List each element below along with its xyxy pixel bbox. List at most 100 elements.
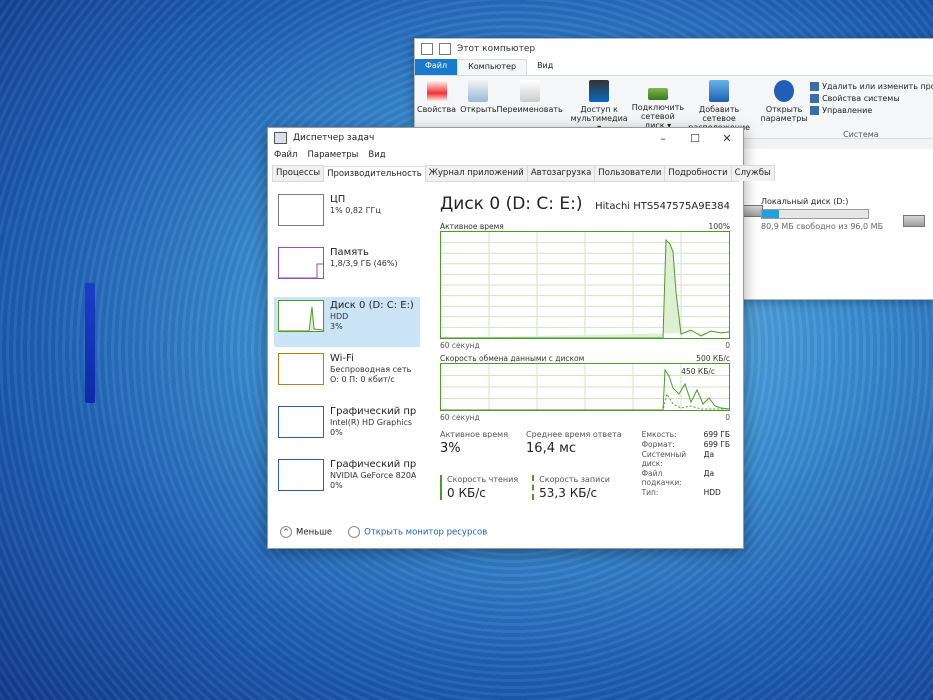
drive-icon — [903, 215, 925, 227]
taskmgr-tabs: Процессы Производительность Журнал прило… — [272, 165, 775, 182]
resource-disk[interactable]: Диск 0 (D: C: E:) HDD 3% — [274, 297, 420, 347]
taskmgr-footer: ^ Меньше Открыть монитор ресурсов — [280, 526, 487, 538]
programs-icon — [810, 82, 820, 91]
prop-value: Да — [703, 469, 715, 478]
tab-details[interactable]: Подробности — [664, 165, 732, 181]
detail-title: Диск 0 (D: C: E:) — [440, 194, 583, 214]
tab-view[interactable]: Вид — [527, 59, 563, 75]
resource-sub: Беспроводная сеть — [330, 365, 412, 374]
resource-cpu[interactable]: ЦП 1% 0,82 ГГц — [274, 191, 420, 241]
tab-services[interactable]: Службы — [730, 165, 775, 181]
chart1-right: 0 — [725, 341, 730, 350]
drive-d[interactable]: Локальный диск (D:) 80,9 МБ свободно из … — [761, 197, 883, 231]
fewer-details-button[interactable]: ^ Меньше — [280, 526, 332, 538]
resource-sub: Intel(R) HD Graphics — [330, 418, 413, 427]
drive-icon — [741, 205, 763, 217]
system-properties-icon — [810, 94, 820, 103]
resource-sub: О: 0 П: 0 кбит/с — [330, 375, 395, 384]
taskmgr-titlebar: Диспетчер задач – ☐ ✕ — [268, 128, 743, 148]
avg-response-value: 16,4 мс — [526, 441, 577, 456]
rename-icon — [519, 80, 540, 102]
resource-name: Графический про — [330, 459, 416, 470]
resource-monitor-icon — [348, 526, 361, 538]
prop-key: Тип: — [641, 488, 659, 497]
tab-startup[interactable]: Автозагрузка — [526, 165, 596, 181]
menu-file[interactable]: Файл — [274, 150, 297, 160]
tab-computer[interactable]: Компьютер — [457, 59, 528, 75]
checkmark-icon — [426, 80, 447, 102]
gear-icon — [774, 80, 795, 102]
resource-list: ЦП 1% 0,82 ГГц Память 1,8/3,9 ГБ (46%) Дис… — [274, 191, 420, 509]
open-settings-button[interactable]: Открыть параметры — [761, 80, 808, 138]
resource-gpu-intel[interactable]: Графический про Intel(R) HD Graphics 0% — [274, 403, 420, 453]
open-resource-monitor-link[interactable]: Открыть монитор ресурсов — [348, 526, 487, 538]
system-properties-link[interactable]: Свойства системы — [810, 94, 933, 103]
avg-response-label: Среднее время ответа — [526, 430, 622, 439]
active-time-chart — [440, 231, 730, 339]
chevron-up-icon: ^ — [280, 526, 292, 538]
drive-usage-fill — [762, 210, 779, 218]
media-server-icon — [589, 80, 610, 102]
active-time-graph — [441, 232, 729, 338]
tab-performance[interactable]: Производительность — [323, 166, 426, 182]
open-icon — [468, 80, 489, 102]
resource-sub: 3% — [330, 322, 343, 331]
prop-key: Формат: — [641, 440, 675, 449]
chart1-label: Активное время — [440, 222, 504, 231]
chart2-right: 0 — [725, 413, 730, 422]
resource-sub: HDD — [330, 312, 349, 321]
resource-sub: 1% 0,82 ГГц — [330, 206, 381, 215]
prop-value: HDD — [703, 488, 721, 497]
taskmgr-title: Диспетчер задач — [293, 133, 375, 143]
prop-key: Файл подкачки: — [641, 469, 682, 487]
explorer-titlebar: Этот компьютер — [415, 39, 933, 59]
close-button[interactable]: ✕ — [711, 132, 743, 145]
write-speed-label: Скорость записи — [539, 475, 610, 484]
read-speed: Скорость чтения 0 КБ/с — [440, 475, 518, 500]
resource-sub: 1,8/3,9 ГБ (46%) — [330, 259, 398, 268]
resource-name: Память — [330, 247, 369, 258]
network-drive-icon — [647, 88, 668, 100]
resource-name: Графический про — [330, 406, 416, 417]
resource-memory[interactable]: Память 1,8/3,9 ГБ (46%) — [274, 244, 420, 294]
tab-processes[interactable]: Процессы — [272, 165, 325, 181]
read-speed-value: 0 КБ/с — [447, 486, 486, 500]
chart2-label: Скорость обмена данными с диском — [440, 354, 585, 363]
resource-wifi[interactable]: Wi-Fi Беспроводная сеть О: 0 П: 0 кбит/с — [274, 350, 420, 400]
chart1-left: 60 секунд — [440, 341, 480, 350]
memory-thumbnail — [278, 247, 324, 279]
uninstall-link[interactable]: Удалить или изменить програ — [810, 82, 933, 91]
properties-quick-icon[interactable] — [439, 43, 451, 55]
prop-value: 699 ГБ — [703, 430, 730, 439]
resource-gpu-nvidia[interactable]: Графический про NVIDIA GeForce 820A 0% — [274, 456, 420, 506]
tab-users[interactable]: Пользователи — [594, 165, 666, 181]
minimize-button[interactable]: – — [647, 132, 679, 145]
task-manager-window: Диспетчер задач – ☐ ✕ Файл Параметры Вид… — [267, 127, 775, 549]
menu-view[interactable]: Вид — [368, 150, 385, 160]
task-manager-icon — [274, 132, 287, 144]
maximize-button[interactable]: ☐ — [679, 132, 711, 145]
menu-options[interactable]: Параметры — [307, 150, 358, 160]
tab-file[interactable]: Файл — [415, 59, 458, 75]
desktop-artifact — [85, 282, 95, 404]
chart2-left: 60 секунд — [440, 413, 480, 422]
prop-value: Да — [703, 450, 715, 459]
memory-thumb-graph — [279, 263, 323, 278]
network-location-icon — [709, 80, 730, 102]
disk-detail-panel: Диск 0 (D: C: E:) Hitachi HTS547575A9E38… — [440, 194, 730, 500]
active-time-label: Активное время — [440, 430, 509, 439]
explorer-title: Этот компьютер — [457, 44, 536, 54]
drive-usage-bar — [761, 209, 869, 219]
manage-link[interactable]: Управление — [810, 106, 933, 115]
menu-bar: Файл Параметры Вид — [268, 148, 743, 162]
resource-sub: 0% — [330, 481, 343, 490]
chart1-max: 100% — [708, 222, 730, 231]
chart2-max: 500 КБ/с — [696, 354, 730, 363]
read-speed-label: Скорость чтения — [447, 475, 519, 484]
gpu-thumbnail — [278, 459, 324, 491]
disk-model: Hitachi HTS547575A9E384 — [595, 201, 730, 212]
resource-sub: NVIDIA GeForce 820A — [330, 471, 416, 480]
disk-thumbnail — [278, 300, 324, 332]
tab-app-history[interactable]: Журнал приложений — [424, 165, 528, 181]
computer-icon[interactable] — [421, 43, 433, 55]
